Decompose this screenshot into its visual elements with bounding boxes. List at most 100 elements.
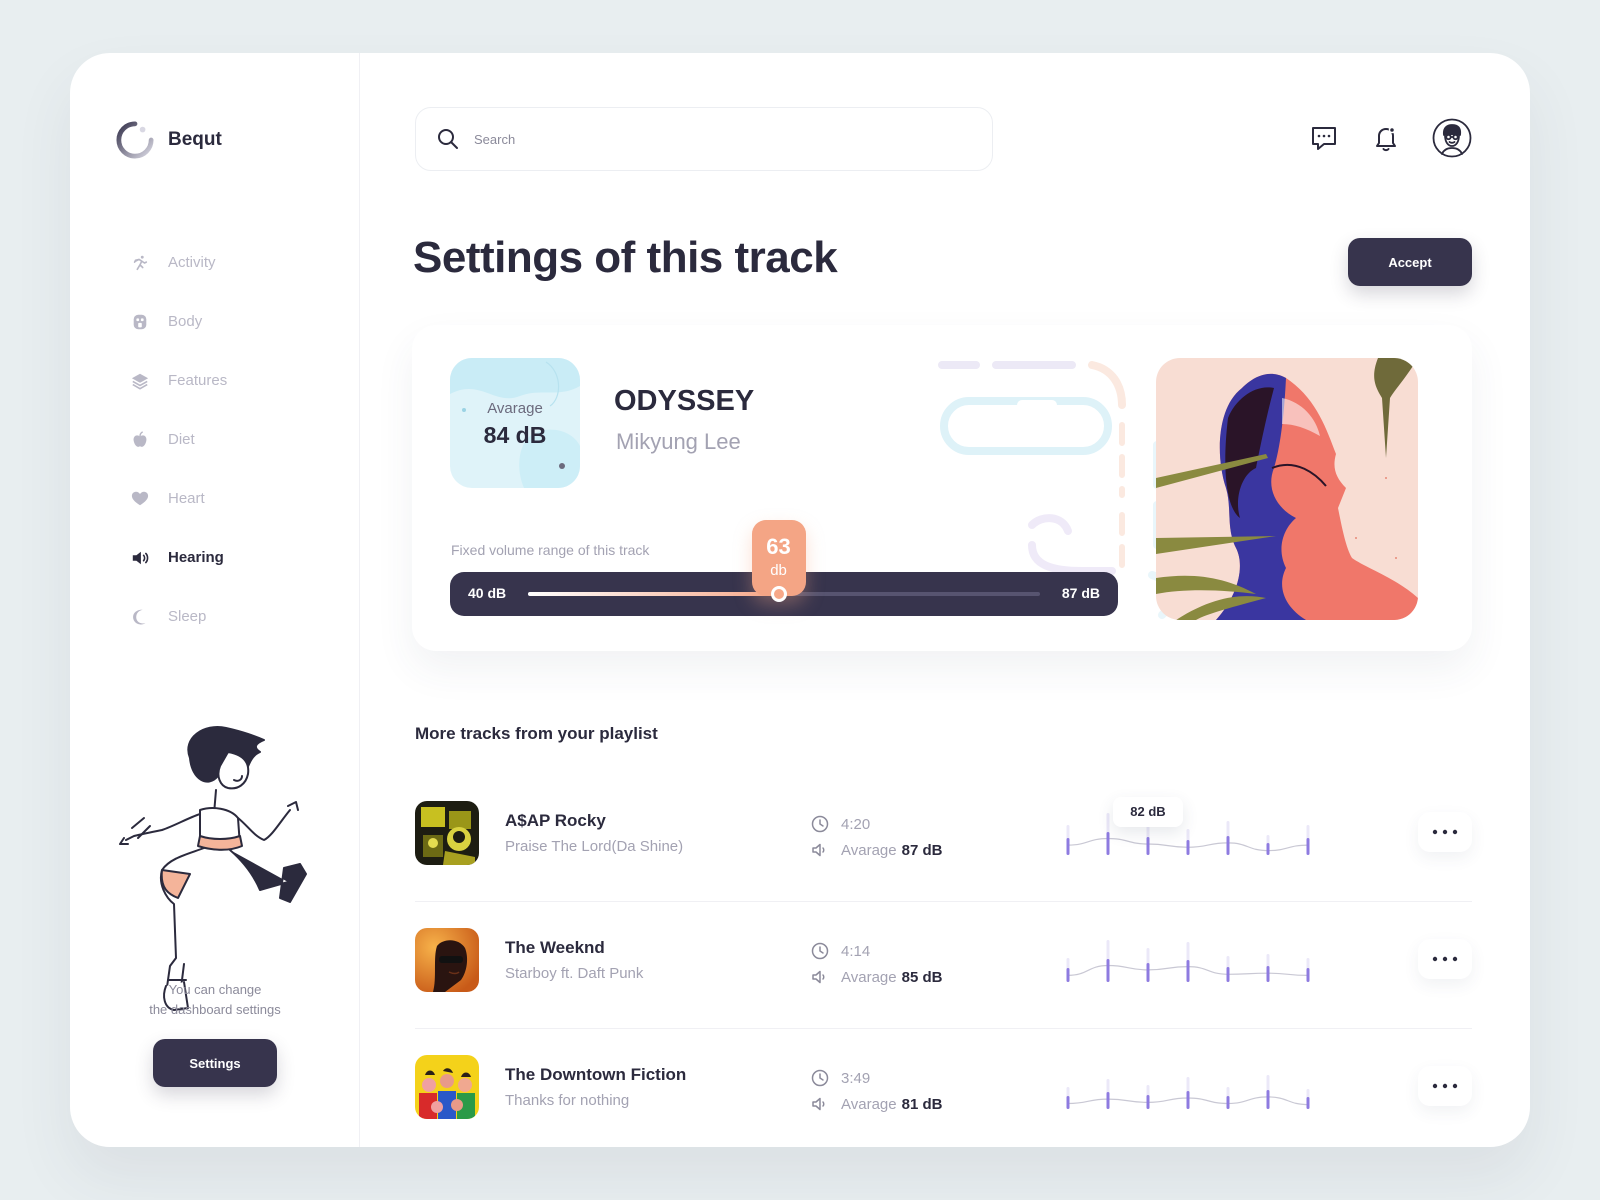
- slider-bubble-value: 63: [766, 534, 791, 559]
- track-artist: The Downtown Fiction: [505, 1065, 687, 1084]
- track-cover-downtown-fiction: [415, 1055, 479, 1119]
- track-song: Starboy ft. Daft Punk: [505, 965, 644, 982]
- average-label: Avarage: [841, 1095, 897, 1113]
- waveform-bar: [1226, 967, 1230, 982]
- brand-logo[interactable]: Bequt: [116, 121, 222, 159]
- track-meta: 4:14 Avarage 85 dB: [811, 938, 942, 990]
- layers-icon: [130, 371, 150, 391]
- track-artist: Mikyung Lee: [616, 429, 741, 454]
- more-options-button[interactable]: [1418, 1066, 1472, 1106]
- sidebar-item-hearing[interactable]: Hearing: [130, 528, 350, 587]
- sidebar-item-label: Hearing: [168, 549, 224, 566]
- more-options-button[interactable]: [1418, 812, 1472, 852]
- waveform-bar: [1186, 840, 1190, 855]
- slider-max-label: 87 dB: [1061, 585, 1100, 601]
- slider-thumb[interactable]: [770, 586, 787, 602]
- track-song: Thanks for nothing: [505, 1092, 630, 1109]
- search-icon: [438, 129, 458, 149]
- brand-name: Bequt: [168, 129, 222, 150]
- playlist-tracks: A$AP Rocky Praise The Lord(Da Shine) 4:2…: [415, 775, 1472, 1147]
- album-cover-art: [1156, 358, 1418, 620]
- more-icon: [1432, 829, 1458, 835]
- waveform-chart[interactable]: [1063, 803, 1313, 863]
- slider-fill: [528, 592, 779, 596]
- search-bar: [415, 107, 993, 171]
- sidebar-item-label: Sleep: [168, 608, 207, 625]
- more-options-button[interactable]: [1418, 939, 1472, 979]
- waveform-bar: [1186, 960, 1190, 982]
- clock-icon: [811, 942, 829, 960]
- running-woman-illustration: [119, 726, 307, 1011]
- slider-bubble-unit: db: [770, 562, 787, 579]
- average-db-box: Avarage 84 dB: [450, 358, 580, 488]
- track-settings-card: Avarage 84 dB ODYSSEY Mikyung Lee Fixed …: [412, 325, 1472, 651]
- track-artist: A$AP Rocky: [505, 811, 606, 830]
- waveform-chart[interactable]: [1063, 930, 1313, 990]
- waveform-bar: [1146, 963, 1150, 982]
- average-label: Avarage: [841, 968, 897, 986]
- track-duration: 3:49: [841, 1069, 871, 1087]
- chat-icon: [1312, 127, 1336, 150]
- waveform-bar: [1266, 843, 1270, 855]
- running-icon: [130, 253, 150, 273]
- playlist-title: More tracks from your playlist: [415, 724, 658, 743]
- user-avatar: [1432, 118, 1472, 158]
- chat-button[interactable]: [1308, 122, 1340, 154]
- sidebar-item-activity[interactable]: Activity: [130, 233, 350, 292]
- page-title: Settings of this track: [413, 233, 838, 282]
- track-average: 87 dB: [901, 841, 943, 859]
- waveform-bar: [1066, 1096, 1070, 1109]
- moon-icon: [130, 607, 150, 627]
- logo-icon: [116, 121, 154, 159]
- sidebar-note-line: You can change: [168, 982, 262, 997]
- more-icon: [1432, 1083, 1458, 1089]
- track-average: 81 dB: [901, 1095, 943, 1113]
- average-label: Avarage: [487, 400, 543, 417]
- waveform-bar: [1106, 832, 1110, 855]
- sidebar-item-sleep[interactable]: Sleep: [130, 587, 350, 646]
- sidebar-note-line: the dashboard settings: [149, 1002, 281, 1017]
- track-cover-asap: [415, 801, 479, 865]
- slider-min-label: 40 dB: [468, 585, 507, 601]
- waveform-chart[interactable]: [1063, 1057, 1313, 1117]
- sidebar-note: You can change the dashboard settings: [110, 980, 320, 1020]
- settings-button[interactable]: Settings: [153, 1039, 277, 1087]
- notifications-button[interactable]: [1370, 122, 1402, 154]
- waveform-bar: [1186, 1091, 1190, 1109]
- slider-value-bubble: 63 db: [751, 520, 806, 596]
- waveform-bar: [1146, 1095, 1150, 1109]
- waveform-bar: [1106, 959, 1110, 982]
- waveform-tooltip: 82 dB: [1113, 797, 1183, 827]
- waveform-bar: [1226, 1096, 1230, 1109]
- profile-button[interactable]: [1432, 118, 1472, 158]
- sidebar-item-label: Body: [168, 313, 203, 330]
- volume-icon: [812, 970, 825, 984]
- volume-icon: [812, 1097, 825, 1111]
- sidebar-item-label: Heart: [168, 490, 205, 507]
- volume-range-slider[interactable]: 40 dB 63 db 87 dB: [450, 520, 1118, 616]
- speaker-icon: [130, 548, 150, 568]
- sidebar-nav: Activity Body Features Diet Heart Hearin…: [130, 233, 350, 646]
- track-title: ODYSSEY: [614, 385, 755, 417]
- waveform-bar: [1306, 968, 1310, 982]
- table-row[interactable]: The Weeknd Starboy ft. Daft Punk 4:14 Av…: [415, 902, 1472, 1029]
- slider-track[interactable]: 63 db: [528, 520, 1040, 602]
- waveform-bar: [1226, 836, 1230, 855]
- waveform-bar: [1146, 837, 1150, 855]
- average-label: Avarage: [841, 841, 897, 859]
- sidebar-item-body[interactable]: Body: [130, 292, 350, 351]
- sidebar-item-label: Features: [168, 372, 228, 389]
- clock-icon: [811, 1069, 829, 1087]
- sidebar-item-features[interactable]: Features: [130, 351, 350, 410]
- waveform-bar: [1106, 1092, 1110, 1109]
- track-artist: The Weeknd: [505, 938, 605, 957]
- sidebar-item-heart[interactable]: Heart: [130, 469, 350, 528]
- sidebar-item-diet[interactable]: Diet: [130, 410, 350, 469]
- sidebar-item-label: Diet: [168, 431, 195, 448]
- table-row[interactable]: The Downtown Fiction Thanks for nothing …: [415, 1029, 1472, 1147]
- header-actions: [1308, 118, 1472, 158]
- search-input[interactable]: [474, 131, 934, 147]
- accept-button[interactable]: Accept: [1348, 238, 1472, 286]
- table-row[interactable]: A$AP Rocky Praise The Lord(Da Shine) 4:2…: [415, 775, 1472, 902]
- clock-icon: [811, 815, 829, 833]
